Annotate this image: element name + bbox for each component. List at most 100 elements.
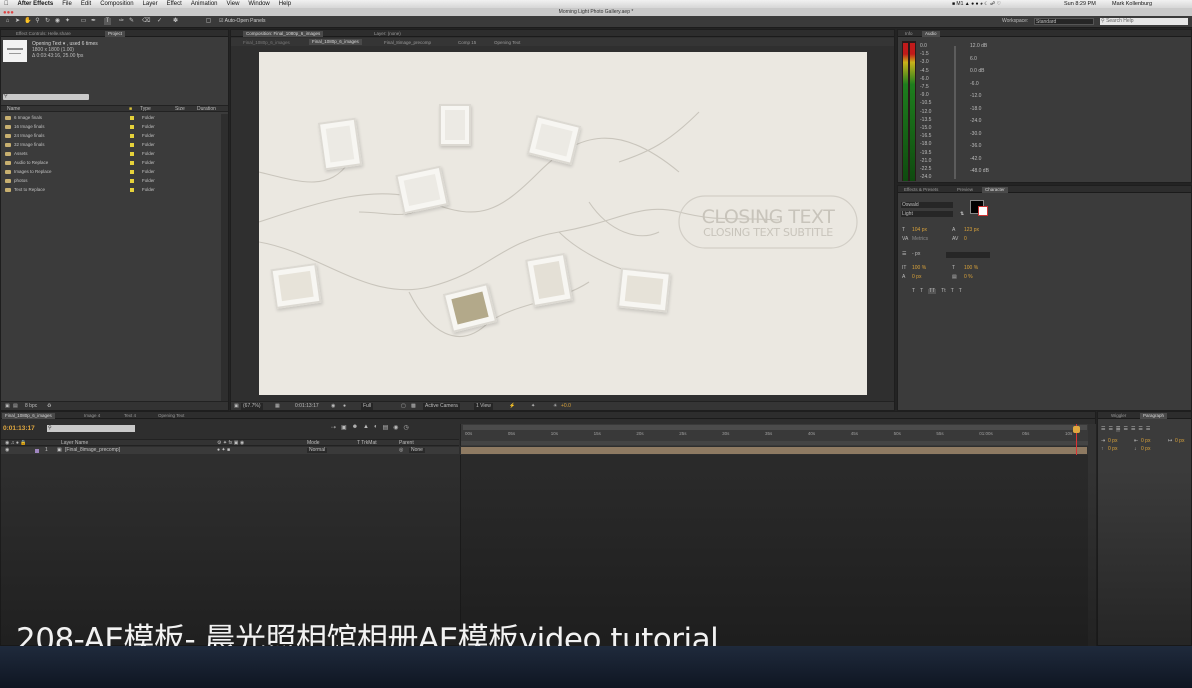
justify-left-icon[interactable]: ☰ [1123, 426, 1127, 432]
type-tool-icon[interactable]: T [104, 18, 111, 25]
vertical-scale-value[interactable]: 100 % [912, 266, 926, 271]
timeline-search-input[interactable]: ⚲ [47, 425, 135, 432]
font-size-value[interactable]: 104 px [912, 228, 927, 233]
tracking-value[interactable]: 0 [964, 237, 967, 242]
menu-view[interactable]: View [227, 1, 240, 7]
draft-3d-icon[interactable]: ▣ [341, 424, 347, 431]
project-scrollbar[interactable] [221, 114, 228, 402]
layer-mode-select[interactable]: Normal [307, 448, 328, 453]
breadcrumb-item[interactable]: Final_1080p_6_images [240, 40, 293, 46]
tab-timeline-final[interactable]: Final_1080p_6_images [2, 413, 55, 419]
font-style-select[interactable]: Light [901, 211, 953, 217]
flowchart-icon[interactable]: ✦ [531, 404, 535, 409]
col-layer-name[interactable]: Layer Name [61, 441, 88, 446]
layer-label-swatch[interactable] [35, 449, 39, 453]
clone-tool-icon[interactable]: ✎ [128, 18, 135, 25]
channel-icon[interactable]: ● [343, 404, 346, 409]
menu-edit[interactable]: Edit [81, 1, 91, 7]
graph-editor-icon[interactable]: ▤ [383, 424, 389, 431]
space-before-value[interactable]: 0 px [1108, 447, 1117, 452]
align-center-icon[interactable]: ☰ [1108, 426, 1112, 432]
playhead-handle[interactable] [1073, 426, 1080, 433]
menu-animation[interactable]: Animation [191, 1, 218, 7]
tab-timeline-opening[interactable]: Opening Text [155, 413, 187, 419]
col-size[interactable]: Size [175, 107, 185, 112]
superscript-button[interactable]: T [951, 289, 954, 294]
indent-left-value[interactable]: 0 px [1108, 439, 1117, 444]
exposure-value[interactable]: +0.0 [561, 404, 571, 409]
horizontal-scale-value[interactable]: 100 % [964, 266, 978, 271]
swap-colors-icon[interactable]: ⇅ [960, 212, 964, 217]
mask-tool-icon[interactable]: ▭ [80, 18, 87, 25]
workspace-select[interactable]: Standard [1034, 18, 1094, 25]
stopwatch-icon[interactable]: ◷ [404, 424, 409, 431]
search-help-input[interactable]: ⚲ Search Help [1100, 18, 1188, 25]
brush-tool-icon[interactable]: ✑ [118, 18, 125, 25]
tab-effect-controls[interactable]: Effect Controls: Helle.share [13, 31, 74, 37]
stroke-color-swatch[interactable] [978, 206, 988, 216]
pen-tool-icon[interactable]: ✒ [90, 18, 97, 25]
list-item[interactable]: photos Folder [3, 177, 221, 185]
av-switches-icon[interactable]: ◉ ♫ ● 🔒 [5, 441, 27, 446]
layer-name[interactable]: [Final_8image_precomp] [65, 448, 120, 453]
zoom-tool-icon[interactable]: ⚲ [34, 18, 41, 25]
roi-icon[interactable]: ▢ [401, 404, 406, 409]
list-item[interactable]: Assets Folder [3, 150, 221, 158]
frame-blend-icon[interactable]: ▲ [363, 424, 369, 431]
all-caps-button[interactable]: TT [928, 289, 937, 294]
resolution-select[interactable]: Full [361, 403, 374, 410]
list-item[interactable]: 24 Image finals Folder [3, 132, 221, 140]
menu-composition[interactable]: Composition [100, 1, 133, 7]
small-caps-button[interactable]: Tt [941, 289, 945, 294]
tab-preview[interactable]: Preview [954, 187, 976, 193]
col-name[interactable]: Name [7, 107, 20, 112]
tab-layer[interactable]: Layer: (none) [371, 31, 404, 37]
tab-paragraph[interactable]: Paragraph [1140, 413, 1168, 419]
volume-slider-track[interactable] [954, 46, 956, 179]
zoom-select[interactable]: (67.7%) [241, 403, 263, 410]
workspace-snap-icon[interactable]: ▢ [205, 18, 212, 25]
roto-tool-icon[interactable]: ✓ [156, 18, 163, 25]
hand-tool-icon[interactable]: ✋ [24, 18, 31, 25]
camera-select[interactable]: Active Camera [423, 403, 460, 410]
space-after-value[interactable]: 0 px [1141, 447, 1150, 452]
list-item[interactable]: Audio to Replace Folder [3, 159, 221, 167]
layer-parent-select[interactable]: None [409, 448, 425, 453]
views-select[interactable]: 1 View [474, 403, 493, 410]
menu-help[interactable]: Help [279, 1, 291, 7]
list-item[interactable]: 6 Image finals Folder [3, 114, 221, 122]
tab-wiggler[interactable]: Wiggler [1108, 413, 1129, 419]
tsume-value[interactable]: 0 % [964, 275, 973, 280]
tab-effects-presets[interactable]: Effects & Presets [901, 187, 941, 193]
bpc-label[interactable]: 8 bpc [25, 404, 37, 409]
always-preview-icon[interactable]: ▣ [234, 404, 239, 409]
tab-timeline-image4[interactable]: Image 4 [81, 413, 103, 419]
tab-timeline-text4[interactable]: Text 4 [121, 413, 139, 419]
parent-pickwhip-icon[interactable]: ◎ [399, 448, 403, 453]
justify-all-icon[interactable]: ☰ [1146, 426, 1150, 432]
home-icon[interactable]: ⌂ [4, 18, 11, 25]
col-type[interactable]: Type [140, 107, 151, 112]
table-row[interactable]: ◉ 1 ▣ [Final_8image_precomp] ● ✦ ■ Norma… [1, 447, 459, 454]
breadcrumb-item[interactable]: Final_1080p_6_images [309, 39, 362, 45]
apple-icon[interactable]:  [4, 1, 9, 7]
tab-character[interactable]: Character [982, 187, 1008, 193]
menu-window[interactable]: Window [248, 1, 269, 7]
faux-italic-button[interactable]: T [920, 289, 923, 294]
project-search-input[interactable]: ⚲ [3, 94, 89, 100]
kerning-value[interactable]: Metrics [912, 237, 928, 242]
breadcrumb-item[interactable]: Opening Text [491, 40, 523, 46]
list-item[interactable]: 32 Image finals Folder [3, 141, 221, 149]
justify-right-icon[interactable]: ☰ [1138, 426, 1142, 432]
layer-switches[interactable]: ● ✦ ■ [217, 448, 230, 453]
tab-composition[interactable]: Composition: Final_1080p_6_images [243, 31, 324, 37]
tab-project[interactable]: Project [105, 31, 126, 37]
stroke-width-value[interactable]: - px [912, 252, 920, 257]
col-mode[interactable]: Mode [307, 441, 320, 446]
brainstorm-icon[interactable]: ◉ [393, 424, 398, 431]
auto-open-panels-checkbox[interactable]: ☑ Auto-Open Panels [219, 19, 265, 24]
col-parent[interactable]: Parent [399, 441, 414, 446]
selection-tool-icon[interactable]: ➤ [14, 18, 21, 25]
comp-mini-flowchart-icon[interactable]: ⇢ [331, 424, 336, 431]
visibility-icon[interactable]: ◉ [5, 448, 9, 453]
